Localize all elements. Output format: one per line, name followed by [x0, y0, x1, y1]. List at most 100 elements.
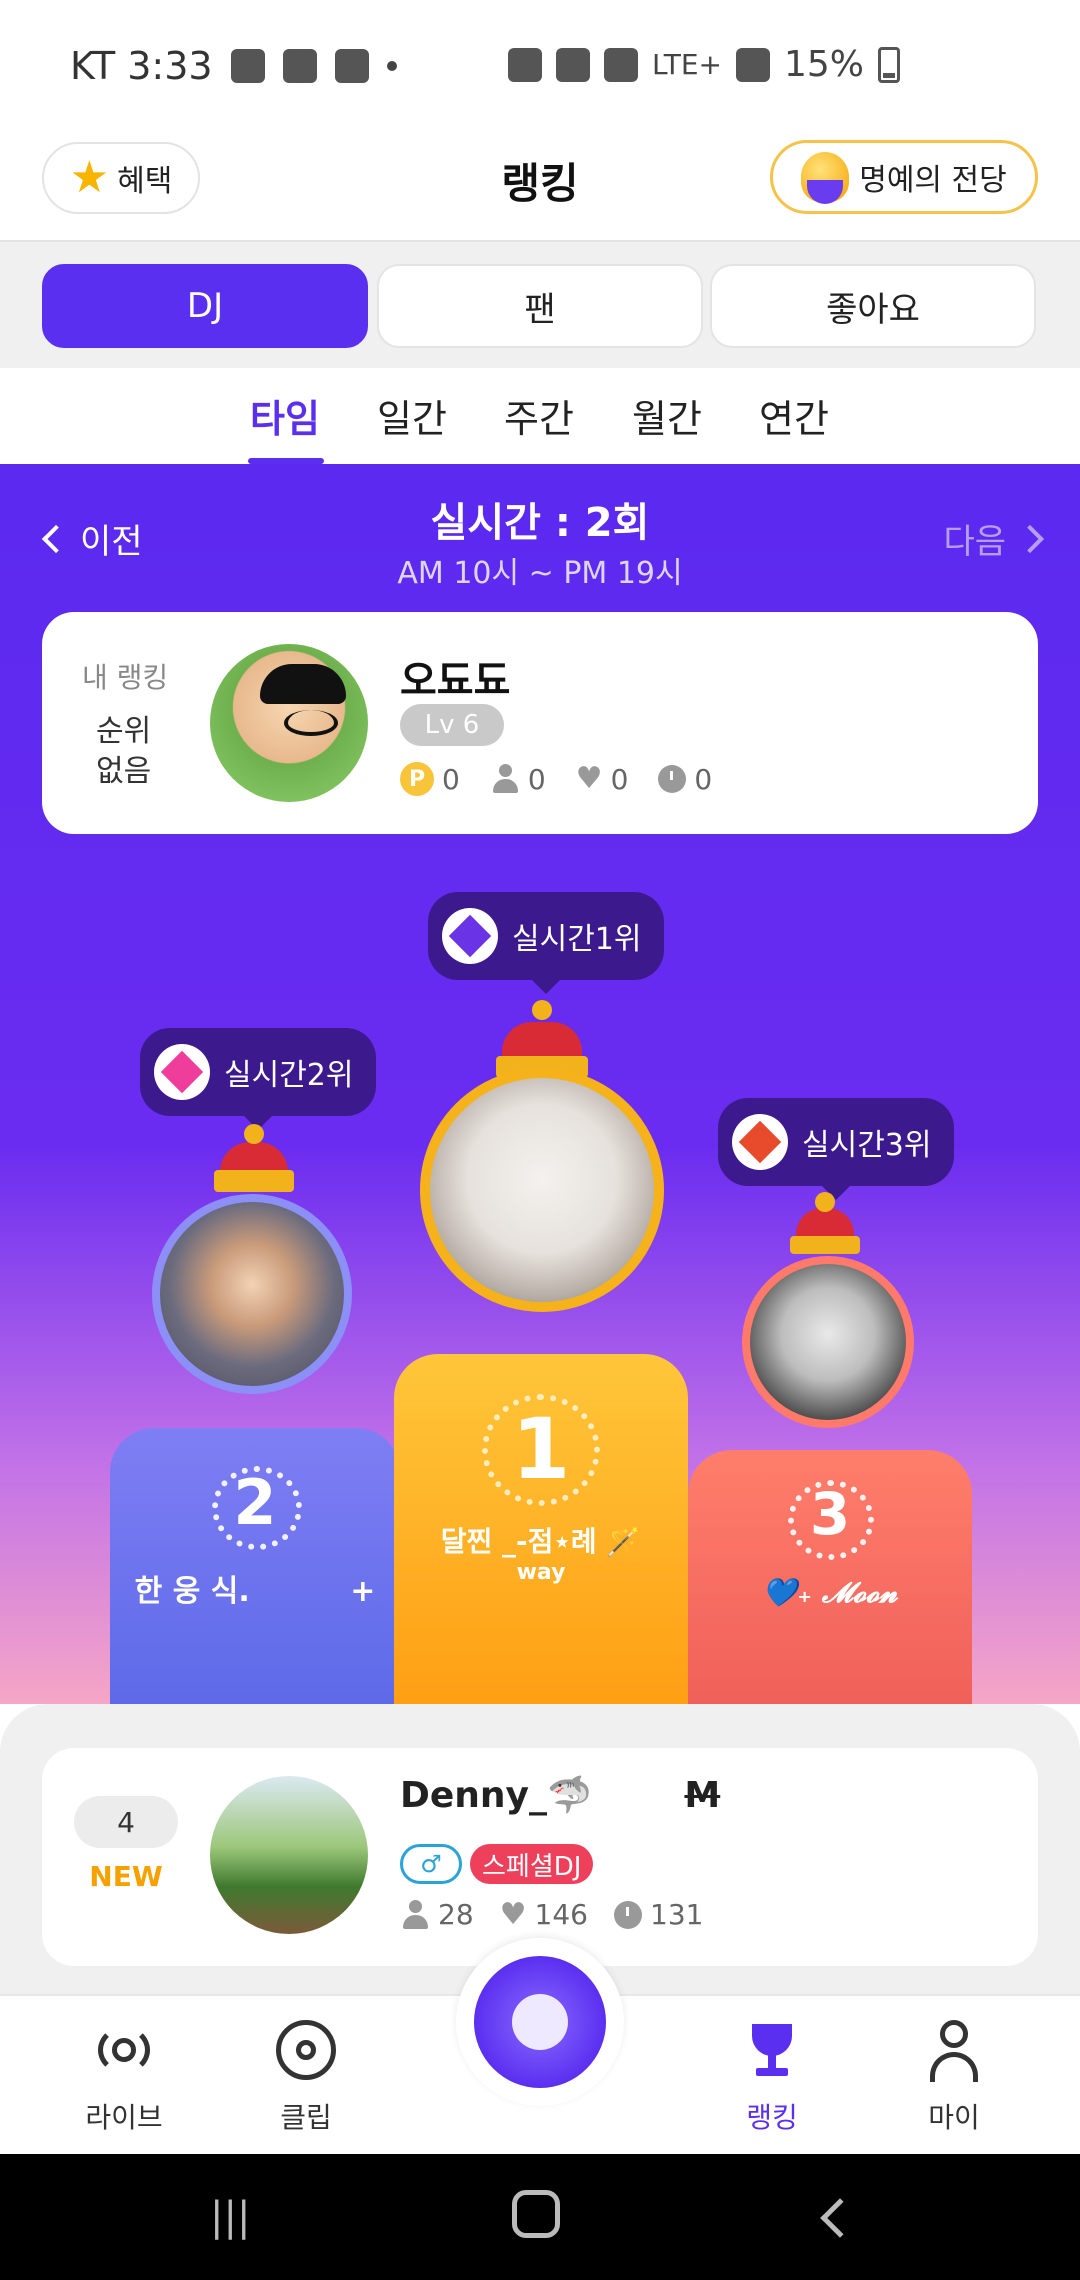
hall-of-fame-label: 명예의 전당 [859, 163, 1007, 198]
nav-live-label: 라이브 [85, 2101, 163, 2134]
list-item[interactable]: 4 NEW Denny_🦈 M ♂ 스페셜DJ 28 ♥ 146 131 [42, 1748, 1038, 1966]
second-place-podium[interactable]: 2 한 웅 식. + [110, 1428, 400, 1704]
red-gem-icon [732, 1114, 788, 1170]
status-left: KT 3:33 [70, 44, 397, 88]
second-place-name: 한 웅 식. + [110, 1566, 400, 1610]
tab-monthly[interactable]: 월간 [632, 388, 702, 443]
home-icon[interactable] [512, 2190, 560, 2238]
my-ranking-label: 내 랭킹 [82, 661, 169, 694]
crown-icon [790, 1192, 860, 1254]
new-badge: NEW [89, 1860, 163, 1893]
tab-like[interactable]: 좋아요 [710, 264, 1036, 348]
start-broadcast-button[interactable] [456, 1938, 624, 2106]
level-badge: Lv 6 [400, 704, 504, 746]
nav-live[interactable]: 라이브 [54, 2018, 194, 2136]
tab-yearly[interactable]: 연간 [759, 388, 829, 443]
nav-clip[interactable]: 클립 [236, 2018, 376, 2136]
trophy-icon [740, 2018, 804, 2082]
second-bubble-label: 실시간2위 [224, 1058, 354, 1093]
nav-ranking-label: 랭킹 [746, 2101, 798, 2134]
alarm-icon [507, 47, 542, 82]
tab-daily[interactable]: 일간 [377, 388, 447, 443]
third-place-name: 💙₊ 𝓜𝓸𝓸𝓷 [762, 1576, 898, 1609]
second-place-bubble: 실시간2위 [140, 1028, 376, 1130]
second-rank-number: 2 [233, 1466, 277, 1539]
my-stats: P 0 0 ♥ 0 0 [400, 762, 712, 796]
listener-value: 0 [527, 762, 546, 796]
battery-percent: 15% [783, 44, 864, 85]
clock-icon [614, 1900, 642, 1929]
nav-ranking[interactable]: 랭킹 [702, 2018, 842, 2136]
tab-fan[interactable]: 팬 [377, 264, 703, 348]
time-value: 131 [650, 1898, 704, 1931]
first-place-avatar[interactable] [420, 1068, 664, 1312]
crown-icon [214, 1124, 294, 1192]
status-right: LTE+ 15% [507, 44, 900, 85]
hall-of-fame-button[interactable]: 명예의 전당 [770, 140, 1038, 214]
listener-icon [400, 1899, 430, 1930]
round-title: 실시간 : 2회 [430, 500, 650, 546]
carrier-time: KT 3:33 [70, 44, 213, 88]
like-value: 146 [534, 1898, 588, 1931]
signal-icon [735, 47, 770, 82]
dj-stats: 28 ♥ 146 131 [400, 1898, 703, 1931]
round-time-range: AM 10시 ~ PM 19시 [397, 556, 683, 591]
third-place-podium[interactable]: 3 💙₊ 𝓜𝓸𝓸𝓷 [688, 1450, 972, 1704]
person-icon [922, 2018, 986, 2082]
second-place-avatar[interactable] [152, 1194, 352, 1394]
dj-name: Denny_🦈 M [400, 1774, 720, 1816]
period-tabs: 타임 일간 주간 월간 연간 [0, 368, 1080, 464]
tab-weekly[interactable]: 주간 [504, 388, 574, 443]
third-place-bubble: 실시간3위 [718, 1098, 954, 1200]
pink-gem-icon [154, 1044, 210, 1100]
gender-badge: ♂ [400, 1844, 462, 1884]
my-ranking-card[interactable]: 내 랭킹 순위 없음 오됴됴 Lv 6 P 0 0 ♥ 0 0 [42, 612, 1038, 834]
tab-dj[interactable]: DJ [42, 264, 368, 348]
app-header: ★ 혜택 랭킹 명예의 전당 [0, 130, 1080, 242]
category-tabs: DJ 팬 좋아요 [0, 242, 1080, 368]
status-bar: KT 3:33 LTE+ 15% [0, 0, 1080, 130]
coin-value: 0 [442, 762, 460, 796]
second-name-text: 한 웅 식. [134, 1574, 250, 1609]
first-rank-number: 1 [511, 1400, 571, 1498]
purple-gem-icon [442, 908, 498, 964]
more-notifications-icon [386, 61, 397, 71]
trophy-icon [801, 152, 850, 204]
clock-icon [658, 765, 687, 793]
next-round-button[interactable]: 다음 [943, 514, 1045, 563]
pill-icon [230, 49, 265, 83]
third-place-avatar[interactable] [742, 1256, 914, 1428]
time-stat: 0 [658, 763, 712, 796]
coin-stat: P 0 [400, 762, 460, 796]
third-bubble-label: 실시간3위 [802, 1128, 932, 1163]
listener-stat: 0 [490, 763, 546, 796]
nav-my-label: 마이 [928, 2101, 980, 2134]
ranking-area: 이전 실시간 : 2회 AM 10시 ~ PM 19시 다음 내 랭킹 순위 없… [0, 464, 1080, 1704]
chevron-right-icon [1015, 524, 1045, 553]
first-place-bubble: 실시간1위 [428, 892, 664, 994]
listener-stat: 28 [400, 1898, 474, 1931]
image-icon [282, 49, 317, 83]
bottom-navigation: 라이브 클립 랭킹 마이 [0, 1938, 1080, 2154]
my-rank-value: 순위 없음 [96, 712, 151, 792]
nav-my[interactable]: 마이 [884, 2018, 1024, 2136]
nav-clip-label: 클립 [280, 2101, 332, 2134]
listener-icon [490, 764, 520, 794]
recent-apps-icon[interactable]: ||| [210, 2194, 250, 2240]
coin-icon: P [400, 762, 434, 796]
back-icon[interactable] [820, 2198, 860, 2238]
my-rank-line2: 없음 [96, 754, 152, 789]
my-rank-line1: 순위 [96, 714, 152, 749]
rank-number: 4 [74, 1796, 178, 1848]
disc-icon [274, 2018, 338, 2082]
bluetooth-icon [555, 47, 590, 82]
avatar [210, 644, 368, 802]
time-stat: 131 [614, 1898, 703, 1931]
time-value: 0 [694, 762, 713, 796]
first-place-podium[interactable]: 1 달찐 _-점⋆례 🪄 way [394, 1354, 688, 1704]
next-label: 다음 [943, 522, 1006, 562]
heart-icon: ♥ [575, 761, 603, 796]
first-bubble-label: 실시간1위 [512, 922, 642, 957]
listener-value: 28 [438, 1898, 474, 1931]
tab-time[interactable]: 타임 [250, 388, 320, 443]
